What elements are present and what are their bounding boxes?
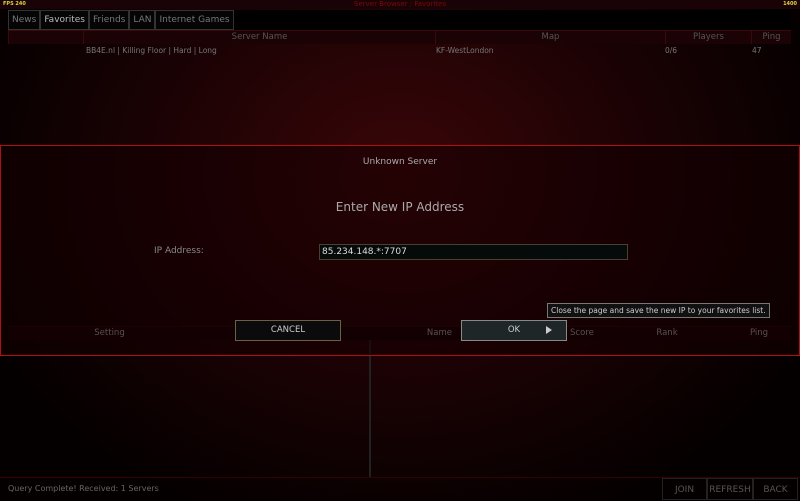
ip-address-input[interactable]: 85.234.148.*:7707 bbox=[319, 244, 628, 260]
dialog-heading: Enter New IP Address bbox=[335, 200, 465, 214]
server-players: 0/6 bbox=[665, 46, 678, 55]
column-header-name[interactable]: Name bbox=[372, 326, 458, 340]
ip-address-label: IP Address: bbox=[154, 246, 204, 256]
tab-favorites[interactable]: Favorites bbox=[40, 10, 89, 30]
server-list-header: Server Name Map Players Ping bbox=[8, 30, 791, 44]
dialog-title: Unknown Server bbox=[362, 157, 438, 167]
column-header-rank[interactable]: Rank bbox=[607, 326, 727, 340]
column-header-score[interactable]: Score bbox=[568, 326, 607, 340]
tab-lan[interactable]: LAN bbox=[129, 10, 156, 30]
back-button[interactable]: BACK bbox=[753, 478, 798, 500]
column-header-players[interactable]: Players bbox=[665, 30, 751, 44]
enter-ip-dialog: Unknown Server Enter New IP Address IP A… bbox=[0, 145, 800, 356]
column-header-icon[interactable] bbox=[8, 30, 83, 44]
column-header-ping[interactable]: Ping bbox=[751, 30, 791, 44]
tab-internet-games[interactable]: Internet Games bbox=[155, 10, 234, 30]
ok-tooltip: Close the page and save the new IP to yo… bbox=[547, 303, 770, 318]
tab-friends[interactable]: Friends bbox=[88, 10, 130, 30]
top-counter: 1400 bbox=[783, 1, 797, 7]
pane-splitter[interactable] bbox=[369, 340, 371, 477]
refresh-button[interactable]: REFRESH bbox=[707, 478, 753, 500]
join-button[interactable]: JOIN bbox=[662, 478, 707, 500]
cancel-button[interactable]: CANCEL bbox=[235, 320, 341, 341]
top-bar: FPS 240 Server Browser : Favorites 1400 bbox=[0, 0, 800, 9]
server-name: BB4E.nl | Killing Floor | Hard | Long bbox=[86, 46, 217, 55]
mouse-cursor-icon bbox=[546, 326, 552, 334]
tab-bar: News Favorites Friends LAN Internet Game… bbox=[8, 10, 791, 30]
column-header-server-name[interactable]: Server Name bbox=[83, 30, 435, 44]
column-header-player-ping[interactable]: Ping bbox=[727, 326, 791, 340]
column-header-setting[interactable]: Setting bbox=[8, 326, 211, 340]
window-title: Server Browser : Favorites bbox=[354, 0, 446, 8]
server-ping: 47 bbox=[752, 46, 762, 55]
column-header-map[interactable]: Map bbox=[435, 30, 665, 44]
server-map: KF-WestLondon bbox=[436, 46, 494, 55]
tab-news[interactable]: News bbox=[8, 10, 41, 30]
status-text: Query Complete! Received: 1 Servers bbox=[8, 484, 159, 493]
